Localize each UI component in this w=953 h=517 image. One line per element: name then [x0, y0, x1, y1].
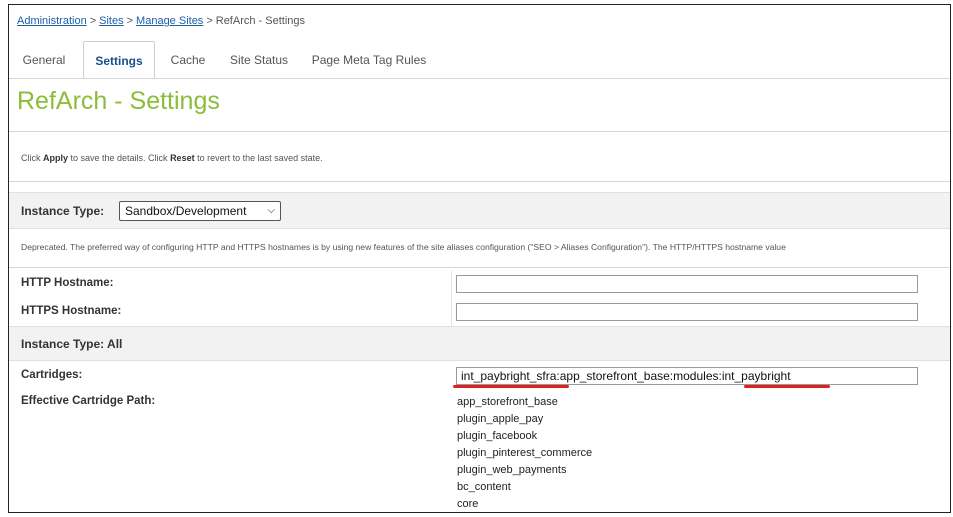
info-reset: Reset	[170, 153, 195, 163]
divider	[9, 131, 950, 132]
info-middle: to save the details. Click	[68, 153, 171, 163]
list-item: core	[457, 498, 479, 510]
tab-general[interactable]: General	[15, 41, 73, 79]
info-text: Click Apply to save the details. Click R…	[21, 153, 323, 163]
cartridges-input[interactable]: int_paybright_sfra:app_storefront_base:m…	[456, 367, 918, 385]
breadcrumb-current: RefArch - Settings	[215, 15, 306, 27]
tab-bar-divider	[9, 78, 950, 79]
tab-bar: General Settings Cache Site Status Page …	[9, 41, 950, 79]
tab-page-meta-tag-rules[interactable]: Page Meta Tag Rules	[303, 41, 435, 79]
divider	[9, 181, 950, 182]
deprecated-note: Deprecated. The preferred way of configu…	[21, 242, 786, 252]
column-divider	[451, 271, 452, 331]
http-hostname-label: HTTP Hostname:	[21, 277, 114, 289]
list-item: plugin_pinterest_commerce	[457, 447, 593, 459]
https-hostname-input[interactable]	[456, 303, 918, 321]
effective-cartridge-path-label: Effective Cartridge Path:	[21, 395, 156, 407]
list-item: plugin_facebook	[457, 430, 538, 442]
instance-type-selected: Sandbox/Development	[125, 204, 247, 218]
tab-cache[interactable]: Cache	[161, 41, 215, 79]
tab-site-status[interactable]: Site Status	[221, 41, 297, 79]
list-item: app_storefront_base	[457, 396, 558, 408]
info-prefix: Click	[21, 153, 43, 163]
instance-type-label: Instance Type:	[21, 204, 105, 218]
tab-settings[interactable]: Settings	[83, 41, 155, 79]
breadcrumb-sites[interactable]: Sites	[99, 15, 123, 27]
info-apply: Apply	[43, 153, 69, 163]
effective-cartridge-path-list: app_storefront_base plugin_apple_pay plu…	[457, 394, 593, 512]
https-hostname-label: HTTPS Hostname:	[21, 305, 122, 317]
list-item: bc_content	[457, 481, 511, 493]
http-hostname-input[interactable]	[456, 275, 918, 293]
instance-type-dev-section: Instance Type: Sandbox/Development ⌵	[9, 192, 950, 229]
highlight-underline	[453, 385, 569, 388]
breadcrumb-manage-sites[interactable]: Manage Sites	[136, 15, 203, 27]
list-item: plugin_apple_pay	[457, 413, 544, 425]
breadcrumb-separator: >	[206, 15, 213, 27]
instance-type-all-section: Instance Type: All	[9, 326, 950, 361]
breadcrumb-administration[interactable]: Administration	[17, 15, 87, 27]
breadcrumb-separator: >	[89, 15, 97, 27]
info-suffix: to revert to the last saved state.	[194, 153, 323, 163]
breadcrumb: Administration > Sites > Manage Sites > RefArc…	[17, 15, 305, 27]
page-title: RefArch - Settings	[17, 87, 220, 115]
cartridges-label: Cartridges:	[21, 369, 83, 381]
highlight-underline	[744, 385, 830, 388]
list-item: plugin_web_payments	[457, 464, 567, 476]
breadcrumb-separator: >	[126, 15, 134, 27]
chevron-down-icon: ⌵	[267, 205, 275, 216]
instance-type-all-label: Instance Type: All	[21, 337, 123, 351]
settings-panel: Administration > Sites > Manage Sites > RefArc…	[8, 4, 951, 513]
instance-type-select[interactable]: Sandbox/Development ⌵	[119, 201, 281, 221]
divider	[9, 267, 950, 268]
